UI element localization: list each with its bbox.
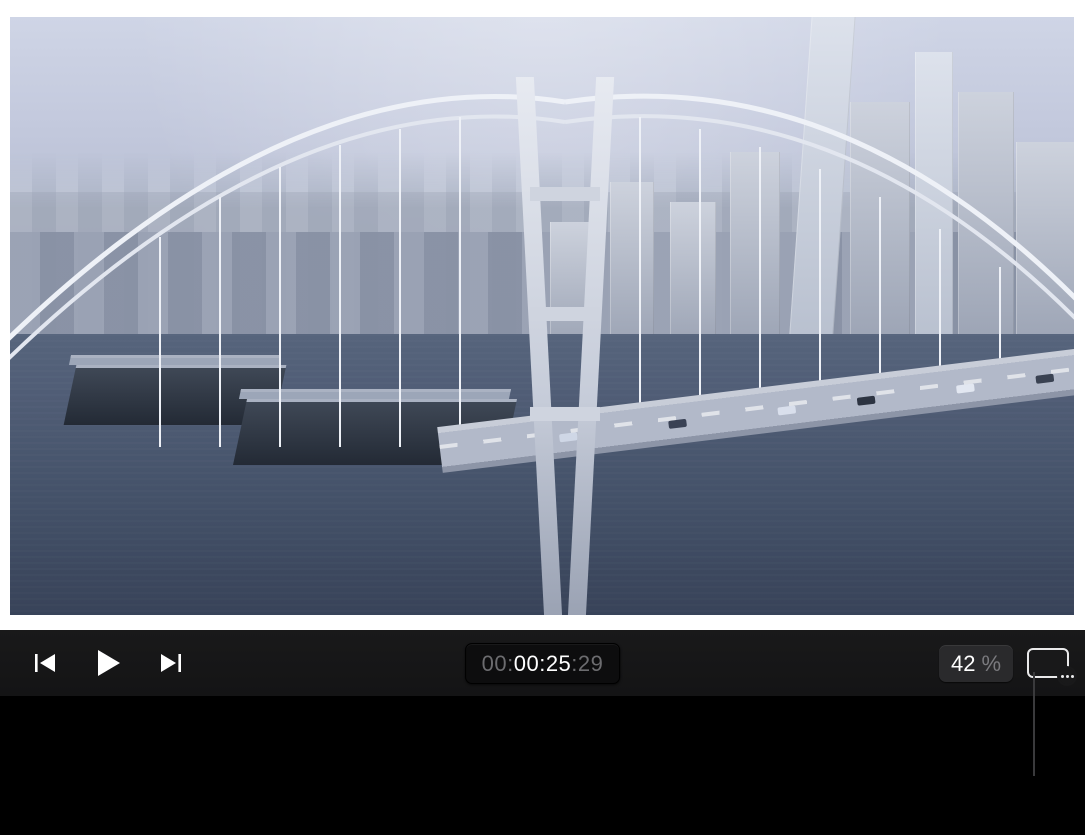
previous-frame-button[interactable] bbox=[28, 645, 64, 681]
timecode-sep: : bbox=[507, 651, 514, 677]
more-icon bbox=[1059, 668, 1075, 684]
skip-back-icon bbox=[35, 654, 57, 672]
timecode-hours: 00 bbox=[482, 651, 507, 677]
callout-line bbox=[1033, 672, 1035, 776]
timecode-display[interactable]: 00 : 00 : 25 : 29 bbox=[465, 643, 621, 684]
skip-forward-icon bbox=[159, 654, 181, 672]
timeline-area bbox=[0, 696, 1085, 835]
scale-value: 42 bbox=[951, 651, 975, 677]
preview-pier-roof bbox=[69, 355, 281, 365]
preview-viewport[interactable] bbox=[10, 17, 1074, 615]
next-frame-button[interactable] bbox=[152, 645, 188, 681]
timecode-minutes: 00 bbox=[514, 651, 539, 677]
play-icon bbox=[96, 650, 120, 676]
timecode-frames: 29 bbox=[578, 651, 603, 677]
timecode-seconds: 25 bbox=[546, 651, 571, 677]
preview-skyline bbox=[10, 17, 1074, 352]
scale-field[interactable]: 42 % bbox=[939, 645, 1013, 682]
timecode-sep: : bbox=[539, 651, 546, 677]
timecode-sep: : bbox=[571, 651, 578, 677]
preview-pier-roof bbox=[239, 389, 511, 399]
play-button[interactable] bbox=[90, 645, 126, 681]
scale-unit: % bbox=[981, 651, 1001, 677]
viewer-gap bbox=[0, 615, 1085, 630]
playback-bar: 00 : 00 : 25 : 29 42 % bbox=[0, 630, 1085, 696]
preview-pier bbox=[233, 399, 517, 465]
